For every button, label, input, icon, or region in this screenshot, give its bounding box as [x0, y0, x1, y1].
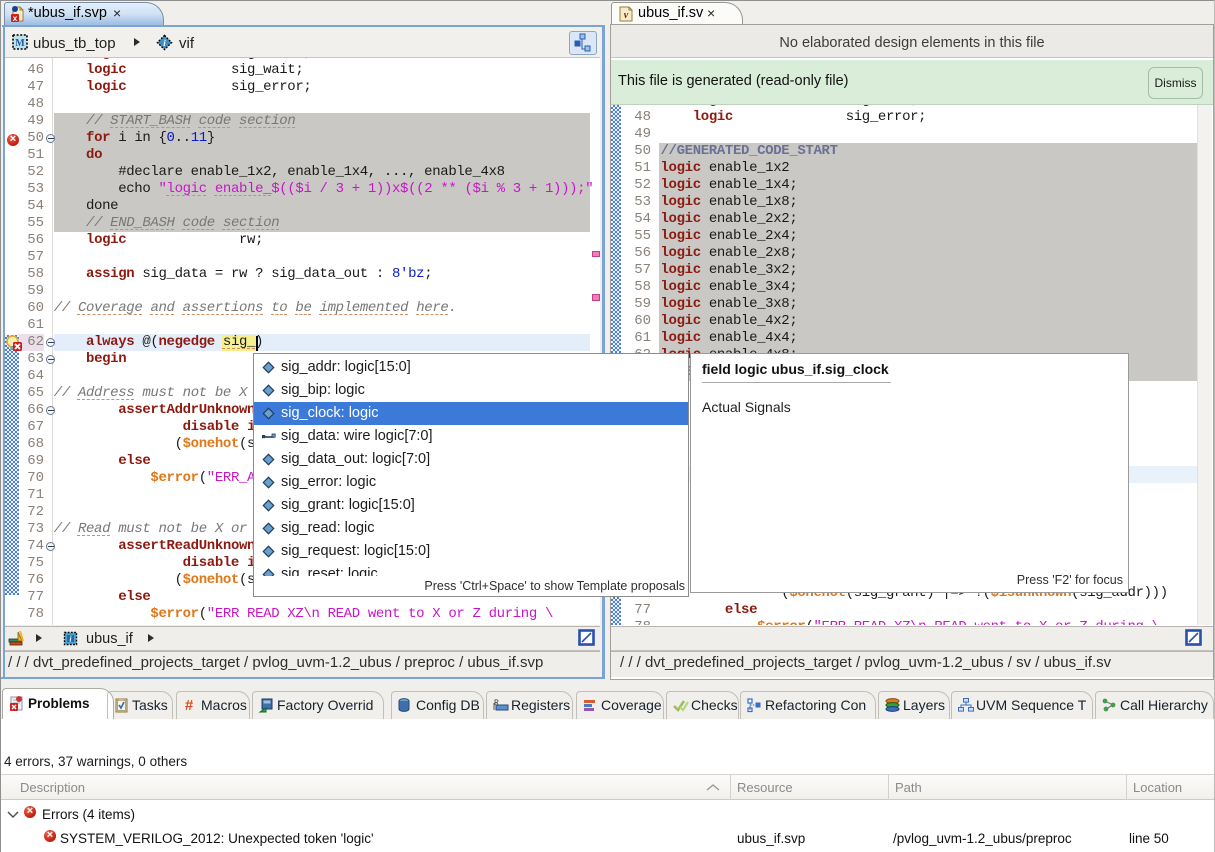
svg-text:v: v — [624, 10, 629, 21]
svg-text:M: M — [15, 38, 25, 49]
svg-text:x: x — [13, 14, 18, 22]
svg-text:#: # — [185, 697, 194, 713]
